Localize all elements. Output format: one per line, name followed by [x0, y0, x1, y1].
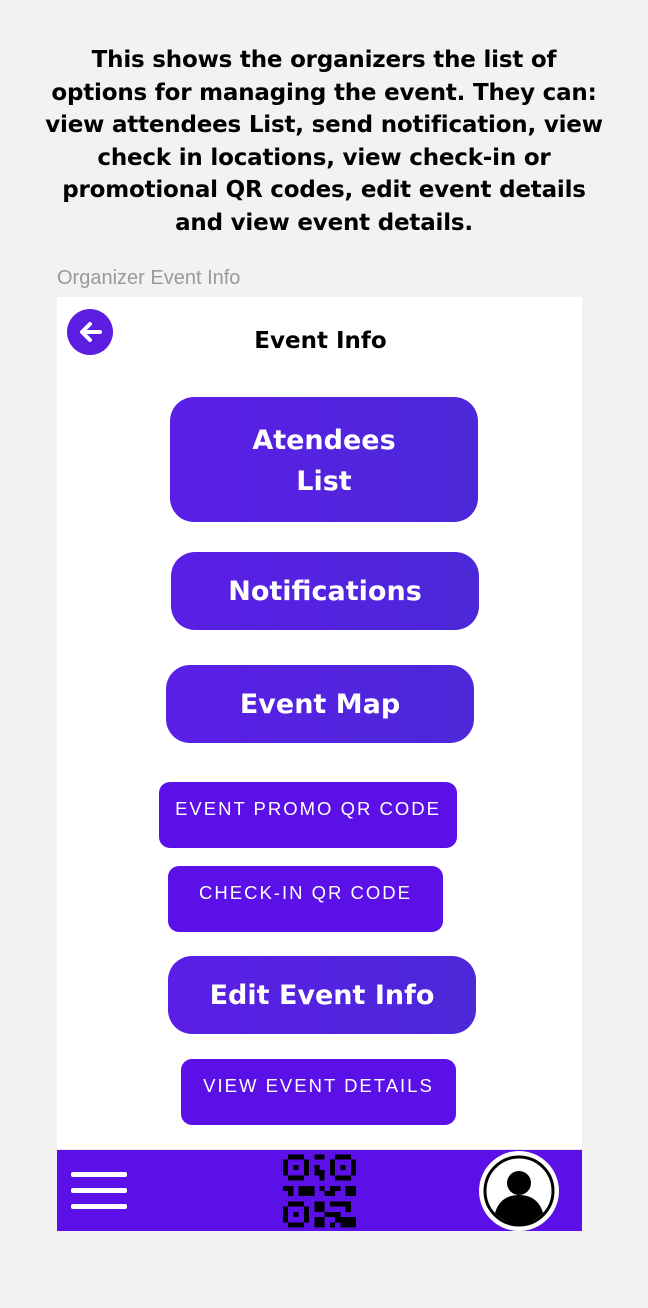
phone-screen: Event Info Atendees List Notifications E… [57, 297, 582, 1231]
description-text: This shows the organizers the list of op… [45, 47, 603, 236]
attendees-list-button[interactable]: Atendees List [170, 397, 478, 522]
profile-avatar[interactable] [479, 1151, 559, 1231]
checkin-qr-button[interactable]: CHECK-IN QR CODE [168, 866, 443, 932]
view-event-details-button[interactable]: VIEW EVENT DETAILS [181, 1059, 456, 1125]
attendees-label-line2: List [296, 465, 352, 497]
page-title: Event Info [254, 328, 387, 354]
notifications-button[interactable]: Notifications [171, 552, 479, 630]
menu-icon[interactable] [71, 1172, 127, 1210]
profile-icon [483, 1155, 555, 1227]
event-promo-qr-button[interactable]: EVENT PROMO QR CODE [159, 782, 457, 848]
attendees-label-line1: Atendees [252, 424, 396, 456]
qr-code-icon[interactable] [283, 1154, 356, 1228]
frame-label: Organizer Event Info [57, 267, 241, 289]
edit-event-info-button[interactable]: Edit Event Info [168, 956, 476, 1034]
event-map-button[interactable]: Event Map [166, 665, 474, 743]
bottom-nav-bar [57, 1149, 582, 1231]
